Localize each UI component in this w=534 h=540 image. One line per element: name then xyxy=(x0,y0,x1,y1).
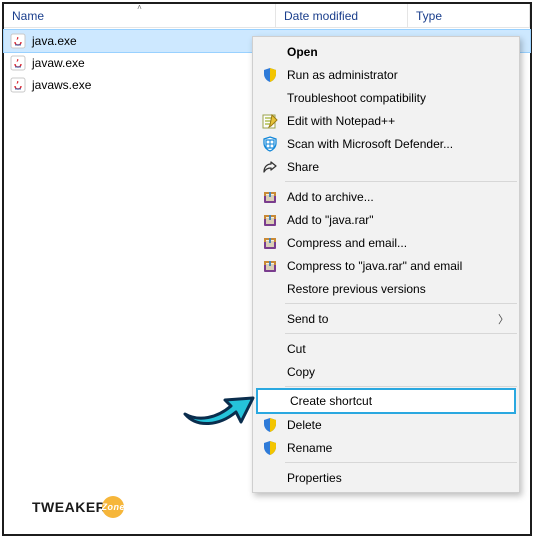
column-label: Date modified xyxy=(284,9,358,23)
menu-item-label: Create shortcut xyxy=(284,394,372,408)
menu-item[interactable]: Add to "java.rar" xyxy=(255,208,517,231)
file-name: javaw.exe xyxy=(32,56,85,70)
menu-item[interactable]: Open xyxy=(255,40,517,63)
column-header-row: ˄ Name Date modified Type xyxy=(4,4,530,28)
menu-item[interactable]: Delete xyxy=(255,413,517,436)
file-name: javaws.exe xyxy=(32,78,91,92)
defender-icon xyxy=(259,136,281,152)
menu-item-label: Run as administrator xyxy=(281,68,398,82)
menu-item-label: Cut xyxy=(281,342,306,356)
menu-separator xyxy=(285,333,517,334)
sort-ascending-icon: ˄ xyxy=(137,3,142,12)
tweakerzone-logo: TWEAKER Zone xyxy=(32,496,124,518)
column-label: Type xyxy=(416,9,442,23)
winrar-icon xyxy=(259,235,281,251)
explorer-window: ˄ Name Date modified Type java.exe javaw… xyxy=(2,2,532,536)
logo-text: TWEAKER xyxy=(32,499,106,515)
menu-item[interactable]: Create shortcut xyxy=(258,390,514,412)
menu-item-label: Properties xyxy=(281,471,342,485)
shield-icon xyxy=(259,417,281,433)
menu-item[interactable]: Copy xyxy=(255,360,517,383)
share-icon xyxy=(259,159,281,175)
annotation-arrow-icon xyxy=(181,384,257,426)
menu-item-label: Open xyxy=(281,45,318,59)
menu-item[interactable]: Run as administrator xyxy=(255,63,517,86)
menu-item-label: Compress and email... xyxy=(281,236,407,250)
shield-icon xyxy=(259,67,281,83)
java-icon xyxy=(10,77,26,93)
logo-suffix: Zone xyxy=(102,496,124,518)
menu-item-label: Delete xyxy=(281,418,322,432)
chevron-right-icon: 〉 xyxy=(498,311,509,327)
menu-separator xyxy=(285,303,517,304)
menu-item-label: Add to archive... xyxy=(281,190,374,204)
menu-separator xyxy=(285,386,517,387)
context-menu: Open Run as administrator Troubleshoot co… xyxy=(252,36,520,493)
column-label: Name xyxy=(12,9,44,23)
winrar-icon xyxy=(259,258,281,274)
menu-item[interactable]: Cut xyxy=(255,337,517,360)
menu-item-label: Scan with Microsoft Defender... xyxy=(281,137,453,151)
menu-item[interactable]: Compress to "java.rar" and email xyxy=(255,254,517,277)
menu-item-label: Send to xyxy=(281,312,328,326)
menu-item[interactable]: Send to 〉 xyxy=(255,307,517,330)
file-name: java.exe xyxy=(32,34,77,48)
menu-item[interactable]: Add to archive... xyxy=(255,185,517,208)
notepadpp-icon xyxy=(259,113,281,129)
menu-separator xyxy=(285,462,517,463)
java-icon xyxy=(10,55,26,71)
menu-item[interactable]: Scan with Microsoft Defender... xyxy=(255,132,517,155)
winrar-icon xyxy=(259,212,281,228)
menu-item-label: Copy xyxy=(281,365,315,379)
menu-item[interactable]: Rename xyxy=(255,436,517,459)
column-header-name[interactable]: ˄ Name xyxy=(4,4,276,27)
menu-separator xyxy=(285,181,517,182)
menu-item[interactable]: Share xyxy=(255,155,517,178)
menu-item-label: Rename xyxy=(281,441,332,455)
menu-item[interactable]: Troubleshoot compatibility xyxy=(255,86,517,109)
menu-item-label: Add to "java.rar" xyxy=(281,213,374,227)
column-header-date[interactable]: Date modified xyxy=(276,4,408,27)
menu-item[interactable]: Restore previous versions xyxy=(255,277,517,300)
menu-item-label: Troubleshoot compatibility xyxy=(281,91,426,105)
java-icon xyxy=(10,33,26,49)
winrar-icon xyxy=(259,189,281,205)
menu-item-label: Edit with Notepad++ xyxy=(281,114,395,128)
shield-icon xyxy=(259,440,281,456)
menu-item[interactable]: Properties xyxy=(255,466,517,489)
menu-item[interactable]: Edit with Notepad++ xyxy=(255,109,517,132)
column-header-type[interactable]: Type xyxy=(408,4,530,27)
menu-item-label: Compress to "java.rar" and email xyxy=(281,259,462,273)
menu-item[interactable]: Compress and email... xyxy=(255,231,517,254)
menu-item-label: Restore previous versions xyxy=(281,282,426,296)
menu-item-label: Share xyxy=(281,160,319,174)
